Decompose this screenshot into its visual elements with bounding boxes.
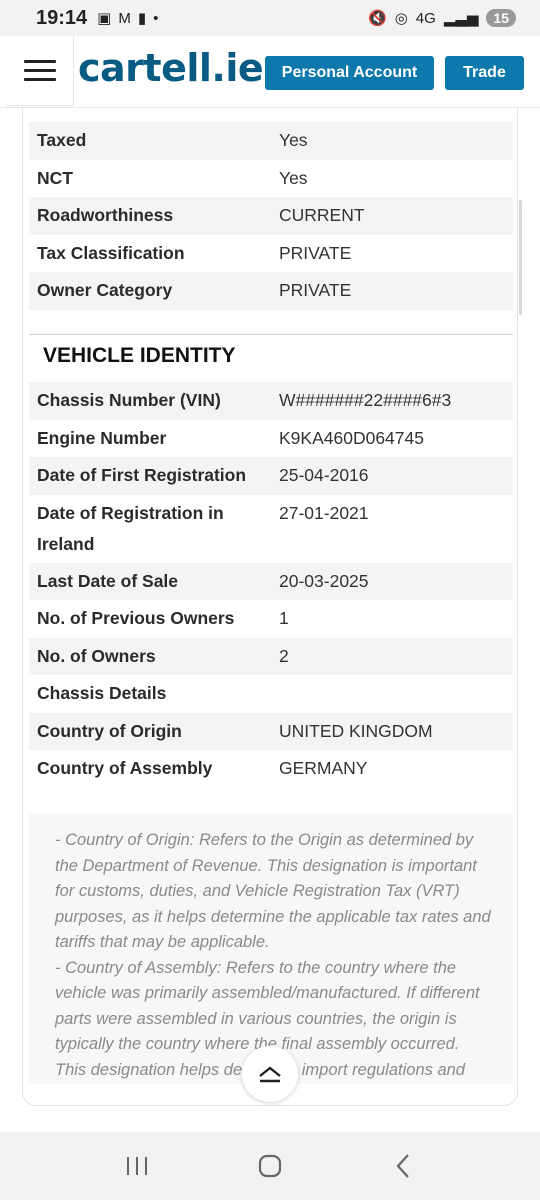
notification-icons: ▣ M ▮ • [97,9,159,28]
back-button[interactable] [383,1146,423,1186]
row-label: Engine Number [37,427,167,448]
row-label: NCT [37,167,73,188]
row-value: 25-04-2016 [279,465,369,485]
row-value: Yes [279,130,308,150]
row-label: Owner Category [37,280,173,300]
row-value: 20-03-2025 [279,570,369,591]
back-chevron-icon [396,1154,410,1178]
table-row: Roadworthiness CURRENT [29,197,513,235]
recent-apps-icon [126,1157,147,1175]
table-row: Last Date of Sale 20-03-2025 [29,562,513,600]
dot-icon: • [153,9,159,27]
system-icons: 🔇 ◎ 4G ▂▃▅ 15 [368,9,516,27]
table-row: No. of Owners 2 [29,637,513,675]
site-logo[interactable]: cartell.ie [78,46,264,90]
table-row: Taxed Yes [29,122,513,160]
row-value: Yes [279,167,308,188]
row-label: Country of Origin [37,720,182,741]
row-label: Taxed [37,130,87,150]
screenshot-icon: ▣ [97,10,112,27]
section-title: VEHICLE IDENTITY [43,344,236,367]
status-time: 19:14 [36,6,88,29]
table-row: Chassis Details [29,675,513,713]
row-label: Chassis Details [37,683,167,703]
trade-button[interactable]: Trade [445,56,524,90]
table-row: NCT Yes [29,160,513,198]
chevron-up-icon [259,1066,281,1083]
table-row: Tax Classification PRIVATE [29,235,513,273]
recent-apps-button[interactable] [117,1146,157,1186]
site-header: cartell.ie Personal Account Trade [0,36,540,108]
table-row: Date of Registration in Ireland 27-01-20… [29,495,513,563]
row-value: 2 [279,645,289,666]
page-scrollbar[interactable] [519,200,522,315]
row-value: W#######22####6#3 [279,390,452,410]
alert-icon: ▮ [137,10,147,27]
row-label: Date of First Registration [37,465,247,485]
vehicle-identity-table: Chassis Number (VIN) W#######22####6#3 E… [29,382,513,788]
hamburger-menu-button[interactable] [6,36,74,106]
gmail-icon: M [118,9,131,27]
system-navigation-bar [0,1132,540,1200]
home-button[interactable] [250,1146,290,1186]
row-label: Last Date of Sale [37,570,179,591]
table-row: Engine Number K9KA460D064745 [29,420,513,458]
row-value: 27-01-2021 [279,502,369,523]
signal-icon: ▂▃▅ [443,10,479,27]
battery-indicator: 15 [486,9,516,27]
origin-note: - Country of Origin: Refers to the Origi… [55,831,491,951]
row-value: PRIVATE [279,242,352,263]
row-value: GERMANY [279,758,368,778]
row-label: Country of Assembly [37,758,213,778]
hotspot-icon: ◎ [394,10,408,27]
row-label: Tax Classification [37,242,185,263]
row-value: K9KA460D064745 [279,427,424,448]
row-label: Date of Registration in Ireland [37,502,224,554]
table-row: No. of Previous Owners 1 [29,600,513,638]
row-label: Chassis Number (VIN) [37,390,221,410]
row-label: No. of Previous Owners [37,608,235,628]
row-label: Roadworthiness [37,205,174,225]
row-value: 1 [279,608,289,628]
status-bar: 19:14 ▣ M ▮ • 🔇 ◎ 4G ▂▃▅ 15 [0,0,540,36]
table-row: Date of First Registration 25-04-2016 [29,457,513,495]
network-type: 4G [415,9,436,27]
table-row: Country of Assembly GERMANY [29,750,513,788]
mute-icon: 🔇 [368,10,387,27]
scroll-to-top-button[interactable] [242,1046,298,1102]
row-value: CURRENT [279,205,365,225]
origin-notes: - Country of Origin: Refers to the Origi… [29,814,513,1084]
status-table: Taxed Yes NCT Yes Roadworthiness CURRENT… [29,122,513,310]
home-icon [258,1154,282,1178]
table-row: Chassis Number (VIN) W#######22####6#3 [29,382,513,420]
table-row: Country of Origin UNITED KINGDOM [29,712,513,750]
vehicle-report-card: Taxed Yes NCT Yes Roadworthiness CURRENT… [22,108,518,1106]
row-value [269,678,279,710]
row-value: UNITED KINGDOM [279,720,433,741]
row-label: No. of Owners [37,645,156,666]
personal-account-button[interactable]: Personal Account [265,56,434,90]
table-row: Owner Category PRIVATE [29,272,513,310]
row-value: PRIVATE [279,280,352,300]
section-divider [29,334,513,335]
